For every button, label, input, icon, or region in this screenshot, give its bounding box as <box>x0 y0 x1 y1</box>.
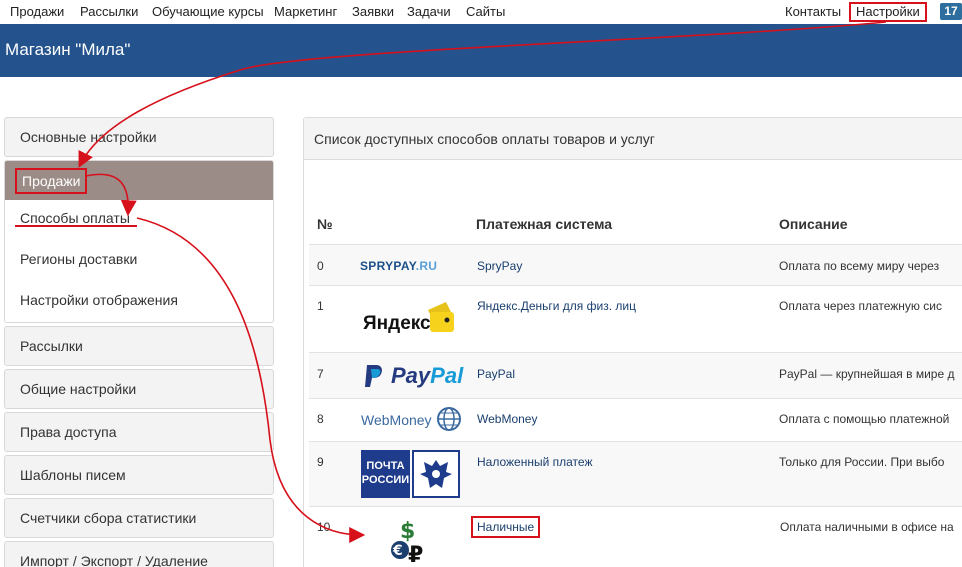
sidebar-item-delivery-regions[interactable]: Регионы доставки <box>20 251 137 267</box>
nav-tasks[interactable]: Задачи <box>407 4 451 19</box>
row-number: 1 <box>317 299 324 313</box>
payment-description: Только для России. При выбо <box>779 455 945 469</box>
panel-title: Список доступных способов оплаты товаров… <box>314 131 655 147</box>
row-divider <box>309 285 962 286</box>
sidebar-item-sales[interactable]: Продажи <box>5 161 273 200</box>
nav-sites[interactable]: Сайты <box>466 4 505 19</box>
sidebar-group-sales: Продажи Способы оплаты Регионы доставки … <box>4 160 274 323</box>
svg-text:€: € <box>392 543 403 559</box>
sidebar-item-payment-methods[interactable]: Способы оплаты <box>20 210 130 226</box>
notification-badge[interactable]: 17 <box>940 3 962 20</box>
sidebar-item-sales-label: Продажи <box>15 168 88 194</box>
paypal-icon <box>365 365 382 387</box>
column-payment-system: Платежная система <box>476 216 613 232</box>
payment-name[interactable]: Наложенный платеж <box>477 455 592 469</box>
yandex-wallet-icon <box>428 302 454 332</box>
sidebar-item-display-settings[interactable]: Настройки отображения <box>20 292 178 308</box>
sidebar-item-general-settings[interactable]: Общие настройки <box>4 369 274 409</box>
payment-methods-underline <box>15 225 137 227</box>
row-divider <box>309 506 962 507</box>
sidebar-item-import-export[interactable]: Импорт / Экспорт / Удаление <box>4 541 274 567</box>
nav-requests[interactable]: Заявки <box>352 4 394 19</box>
payment-description: Оплата через платежную сис <box>779 299 942 313</box>
webmoney-globe-icon <box>437 407 461 431</box>
paypal-logo: PayPal <box>391 363 464 388</box>
row-number: 9 <box>317 455 324 469</box>
payment-description: Оплата по всему миру через <box>779 259 940 273</box>
payment-name[interactable]: SpryPay <box>477 259 522 273</box>
sidebar-item-access-rights[interactable]: Права доступа <box>4 412 274 452</box>
cash-dollar-ruble-icon: $ € ₽ <box>391 519 423 566</box>
column-number: № <box>317 216 333 232</box>
shop-title: Магазин "Мила" <box>5 40 131 59</box>
row-number: 10 <box>317 520 331 534</box>
nav-sales[interactable]: Продажи <box>10 4 64 19</box>
header-bar: Магазин "Мила" <box>0 24 962 77</box>
payment-name[interactable]: WebMoney <box>477 412 537 426</box>
row-number: 8 <box>317 412 324 426</box>
svg-text:₽: ₽ <box>408 543 423 566</box>
yandex-logo-text: Яндекс <box>363 313 431 334</box>
row-number: 0 <box>317 259 324 273</box>
top-nav: Продажи Рассылки Обучающие курсы Маркети… <box>0 0 962 24</box>
column-description: Описание <box>779 216 848 232</box>
payment-description: Оплата наличными в офисе на <box>780 520 954 534</box>
payment-description: Оплата с помощью платежной <box>779 412 950 426</box>
payment-description: PayPal — крупнейшая в мире д <box>779 367 955 381</box>
app-root: Продажи Рассылки Обучающие курсы Маркети… <box>0 0 962 567</box>
svg-text:$: $ <box>400 519 415 544</box>
sidebar-item-stat-counters[interactable]: Счетчики сбора статистики <box>4 498 274 538</box>
panel-header: Список доступных способов оплаты товаров… <box>304 118 962 160</box>
nav-settings[interactable]: Настройки <box>849 2 927 22</box>
nav-contacts[interactable]: Контакты <box>785 4 841 19</box>
russian-post-logo: ПОЧТА РОССИИ <box>361 450 410 498</box>
yandex-logo: Яндекс <box>363 313 431 335</box>
payment-name[interactable]: Яндекс.Деньги для физ. лиц <box>477 299 636 313</box>
sprypay-logo: SPRYPAY.RU <box>360 259 438 273</box>
sidebar-item-basic-settings[interactable]: Основные настройки <box>4 117 274 157</box>
russian-eagle-icon <box>412 450 460 498</box>
row-divider <box>309 398 962 399</box>
webmoney-logo: WebMoney <box>361 412 432 428</box>
nav-courses[interactable]: Обучающие курсы <box>152 4 264 19</box>
payment-name[interactable]: PayPal <box>477 367 515 381</box>
payment-name-cash[interactable]: Наличные <box>471 516 541 538</box>
sidebar-item-email-templates[interactable]: Шаблоны писем <box>4 455 274 495</box>
row-number: 7 <box>317 367 324 381</box>
sidebar-item-mailings[interactable]: Рассылки <box>4 326 274 366</box>
nav-marketing[interactable]: Маркетинг <box>274 4 337 19</box>
nav-mailings[interactable]: Рассылки <box>80 4 138 19</box>
